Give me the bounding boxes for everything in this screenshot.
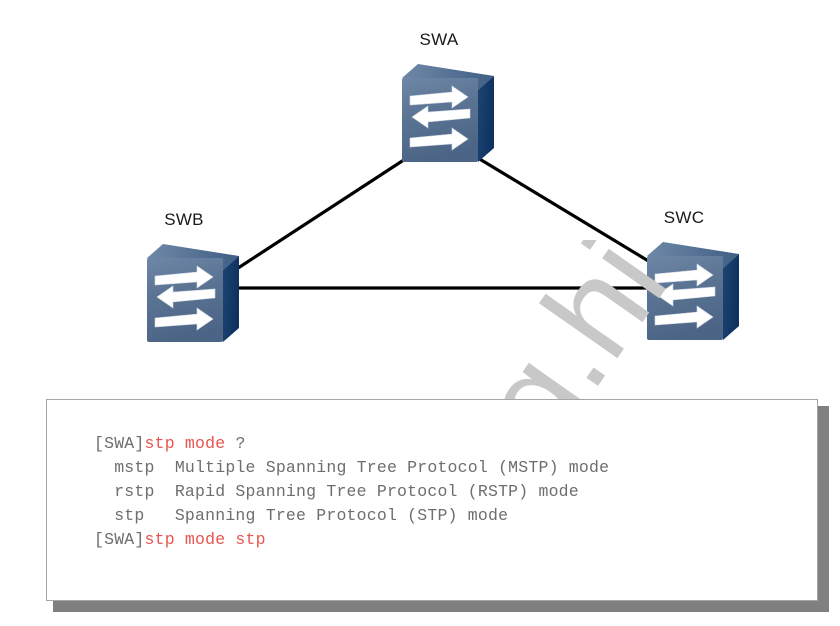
network-switch-icon bbox=[147, 244, 239, 342]
node-swa[interactable]: SWA bbox=[398, 30, 498, 168]
terminal-output-box: [SWA]stp mode ? mstp Multiple Spanning T… bbox=[46, 399, 818, 601]
terminal-line-segment: stp Spanning Tree Protocol (STP) mode bbox=[94, 506, 509, 525]
terminal-line-segment: rstp Rapid Spanning Tree Protocol (RSTP)… bbox=[94, 482, 579, 501]
terminal-line-segment: [SWA] bbox=[94, 434, 145, 453]
node-swb[interactable]: SWB bbox=[143, 210, 243, 348]
network-topology: SWA SWB SWC bbox=[0, 0, 840, 390]
network-switch-icon bbox=[402, 64, 494, 162]
terminal-text: [SWA]stp mode ? mstp Multiple Spanning T… bbox=[47, 400, 817, 552]
node-swc[interactable]: SWC bbox=[643, 208, 743, 346]
network-switch-icon bbox=[647, 242, 739, 340]
node-label-swc: SWC bbox=[663, 208, 705, 227]
terminal-line-segment: ? bbox=[225, 434, 246, 453]
terminal-line-segment: stp mode bbox=[144, 434, 226, 453]
diagram-canvas: SWA SWB SWC [SWA]stp mode ? mstp Multipl… bbox=[0, 0, 840, 626]
terminal-line-segment: mstp Multiple Spanning Tree Protocol (MS… bbox=[94, 458, 610, 477]
node-label-swa: SWA bbox=[419, 30, 459, 49]
terminal-line-segment: [SWA] bbox=[94, 530, 145, 549]
node-label-swb: SWB bbox=[164, 210, 204, 229]
terminal-line-segment: stp mode stp bbox=[144, 530, 266, 549]
